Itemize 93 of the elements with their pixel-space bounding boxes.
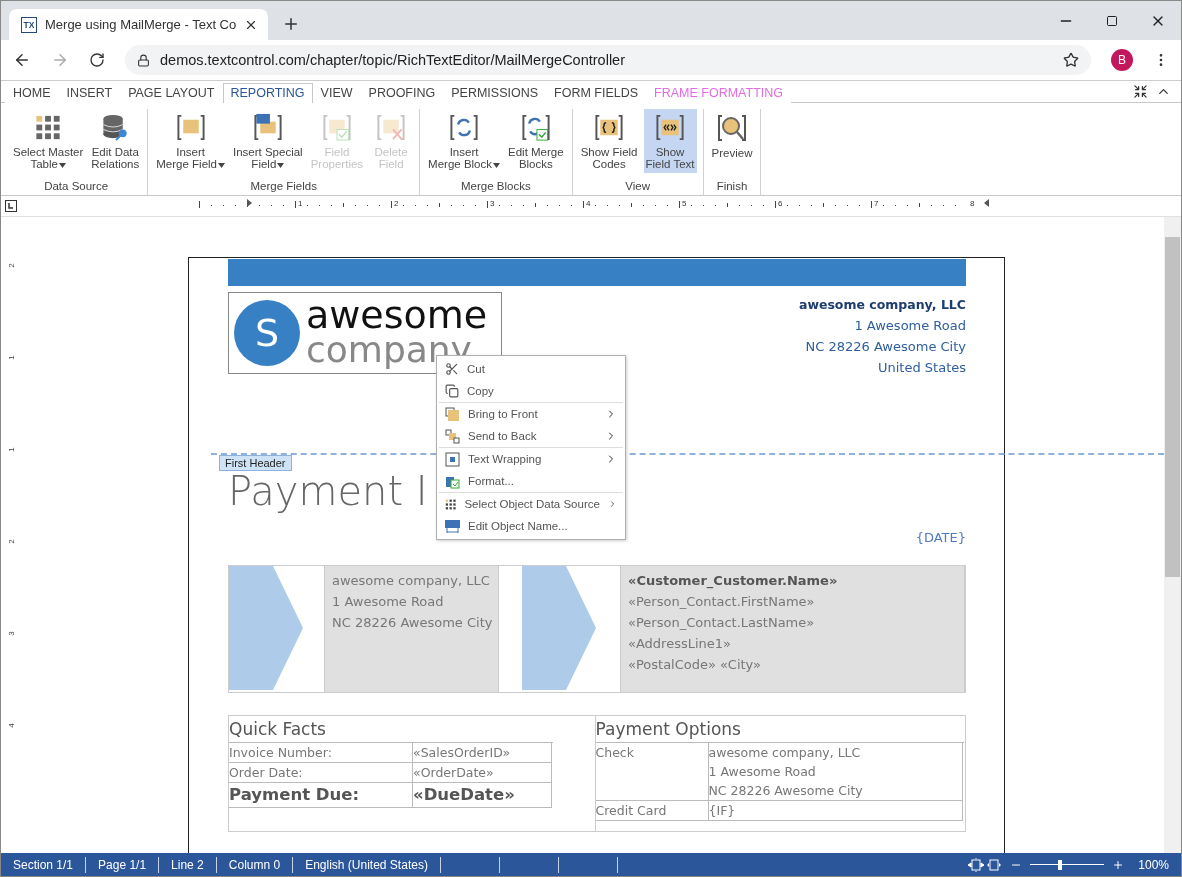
zoom-reading: 100% bbox=[1138, 857, 1169, 872]
magnifier-icon bbox=[716, 112, 748, 144]
merge-field: «Person_Contact.FirstName» bbox=[628, 591, 957, 612]
document-title: Payment I bbox=[228, 470, 428, 512]
group-label: View bbox=[625, 180, 650, 194]
delete-field-icon bbox=[375, 112, 408, 143]
table-cell: Order Date: bbox=[229, 763, 413, 783]
merge-field: «AddressLine1» bbox=[628, 633, 957, 654]
url-text: demos.textcontrol.com/chapter/topic/RichTextEditor/MailMergeController bbox=[160, 52, 626, 68]
table-cell: «DueDate» bbox=[413, 783, 552, 808]
bring-front-icon bbox=[445, 406, 460, 422]
ruler-corner-icon bbox=[5, 200, 17, 212]
field-text-icon bbox=[654, 112, 686, 143]
table-cell: Credit Card bbox=[595, 801, 709, 821]
ribbon-button[interactable]: Preview bbox=[709, 109, 755, 173]
merge-field-icon bbox=[174, 112, 207, 143]
sender-address-line: United States bbox=[877, 359, 966, 377]
fit-page-icon[interactable] bbox=[968, 857, 1003, 872]
table-cell: awesome company, LLC 1 Awesome Road NC 28226 Awesome City bbox=[708, 743, 963, 801]
zoom-slider[interactable] bbox=[1030, 859, 1105, 870]
lock-icon bbox=[137, 53, 150, 67]
ribbon-button[interactable]: Show Field Codes bbox=[578, 109, 640, 173]
reload-icon[interactable] bbox=[89, 52, 105, 68]
back-icon[interactable] bbox=[13, 51, 31, 69]
menu-item[interactable]: Send to Back bbox=[439, 425, 623, 447]
merge-block-icon bbox=[448, 112, 481, 143]
ribbon-button[interactable]: Insert Merge Field bbox=[154, 109, 227, 173]
ribbon-button[interactable]: Insert Merge Block bbox=[426, 109, 502, 173]
horizontal-ruler: 1 2 3 4 5 6 7 8 bbox=[199, 197, 1019, 215]
logo-text: awesome bbox=[306, 298, 488, 332]
edit-blocks-icon bbox=[519, 112, 552, 143]
tab-title: Merge using MailMerge - Text Co bbox=[45, 17, 237, 32]
section-label: First Header bbox=[219, 455, 292, 471]
status-item: Line 2 bbox=[159, 856, 217, 873]
date-field: {DATE} bbox=[915, 530, 966, 545]
caret-icon bbox=[277, 163, 285, 168]
ribbon-button[interactable]: Edit Merge Blocks bbox=[506, 109, 566, 173]
ribbon-tab[interactable]: REPORTING bbox=[222, 83, 313, 103]
group-label: Finish bbox=[716, 180, 748, 194]
address-line: NC 28226 Awesome City bbox=[332, 614, 491, 632]
logo-mark: S bbox=[234, 300, 300, 366]
special-field-icon bbox=[251, 112, 284, 143]
browser-tab[interactable]: TX Merge using MailMerge - Text Co bbox=[9, 9, 269, 40]
sender-address-line: NC 28226 Awesome City bbox=[805, 338, 966, 356]
table-cell: Check bbox=[595, 743, 709, 801]
ribbon-button[interactable]: Insert Special Field bbox=[231, 109, 305, 173]
status-item: Page 1/1 bbox=[86, 856, 160, 873]
menu-item[interactable]: Bring to Front bbox=[439, 402, 623, 425]
field-codes-icon bbox=[593, 112, 626, 143]
group-label: Merge Fields bbox=[250, 180, 317, 194]
table-cell: Invoice Number: bbox=[229, 743, 413, 763]
status-item: Section 1/1 bbox=[1, 856, 87, 873]
merge-field: «PostalCode» «City» bbox=[628, 654, 957, 675]
menu-item[interactable]: Edit Object Name... bbox=[439, 515, 623, 537]
zoom-in-icon[interactable] bbox=[1112, 858, 1125, 871]
star-icon[interactable] bbox=[1063, 52, 1079, 68]
merge-field: «Customer_Customer.Name» bbox=[628, 570, 957, 591]
group-label: Merge Blocks bbox=[461, 180, 531, 194]
scrollbar[interactable] bbox=[1164, 217, 1181, 853]
ribbon-button[interactable]: Show Field Text bbox=[643, 109, 697, 173]
table-cell: «OrderDate» bbox=[413, 763, 552, 783]
table-cell: «SalesOrderID» bbox=[413, 743, 552, 763]
sender-address-line: 1 Awesome Road bbox=[854, 317, 966, 335]
table-cell: {IF} bbox=[708, 801, 963, 821]
ribbon-button[interactable]: Select Master Table bbox=[11, 109, 86, 173]
status-item: English (United States) bbox=[293, 856, 441, 873]
menu-item[interactable]: Format... bbox=[439, 470, 623, 492]
menu-item[interactable]: Copy bbox=[439, 380, 623, 402]
address-line: 1 Awesome Road bbox=[332, 593, 445, 611]
copy-icon bbox=[445, 384, 459, 398]
address-line: awesome company, LLC bbox=[332, 572, 491, 590]
name-tag-icon bbox=[445, 518, 460, 534]
vertical-ruler: 2 1 1 2 3 4 bbox=[5, 262, 17, 730]
table-title: Payment Options bbox=[595, 718, 742, 741]
site-logo: TX bbox=[21, 16, 37, 33]
menu-item[interactable]: Select Object Data Source bbox=[439, 492, 623, 515]
field-properties-icon bbox=[320, 112, 353, 143]
status-item: Column 0 bbox=[216, 856, 294, 873]
caret-icon bbox=[58, 163, 66, 168]
text-wrap-icon bbox=[445, 451, 460, 467]
address-bar[interactable]: demos.textcontrol.com/chapter/topic/RichTextEditor/MailMergeController bbox=[125, 45, 1091, 75]
collapse-arrows-icon[interactable] bbox=[1133, 84, 1148, 99]
sender-address-line: awesome company, LLC bbox=[798, 296, 966, 314]
caret-icon bbox=[218, 163, 225, 168]
profile-avatar[interactable]: B bbox=[1111, 49, 1133, 71]
table-title: Quick Facts bbox=[229, 718, 327, 741]
menu-item[interactable]: Text Wrapping bbox=[439, 447, 623, 470]
send-back-icon bbox=[445, 428, 460, 444]
group-label: Data Source bbox=[44, 180, 109, 194]
caret-icon bbox=[493, 163, 500, 168]
table-cell: Payment Due: bbox=[229, 783, 413, 808]
ribbon-button[interactable]: Edit Data Relations bbox=[89, 109, 142, 173]
merge-field: «Person_Contact.LastName» bbox=[628, 612, 957, 633]
